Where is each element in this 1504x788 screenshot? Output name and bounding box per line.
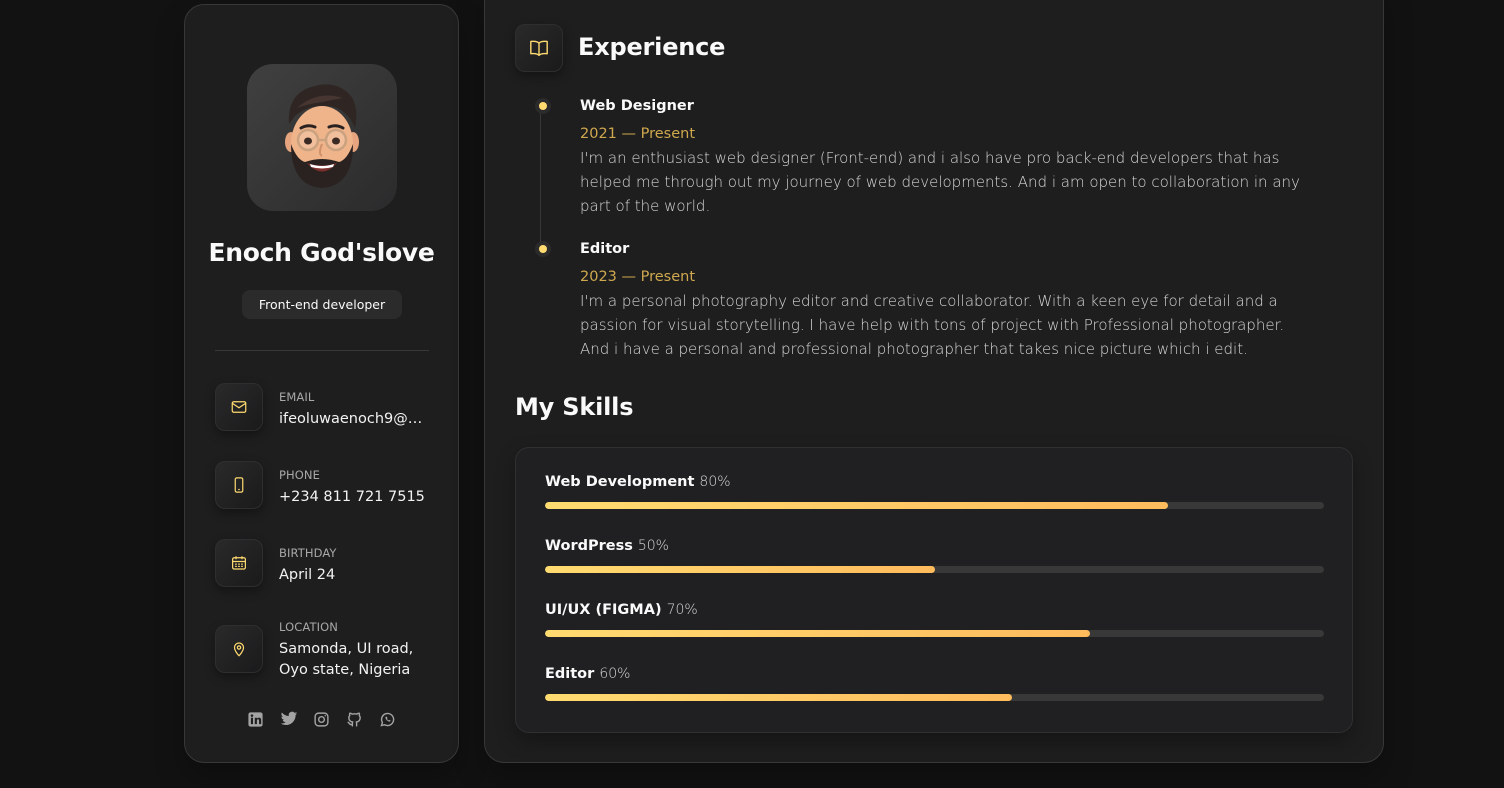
timeline-dot xyxy=(535,98,551,114)
contact-phone: Phone +234 811 721 7515 xyxy=(215,461,430,521)
skill-name: Web Development xyxy=(545,474,695,490)
skill-percent: 60% xyxy=(599,666,631,682)
timeline-item: Web Designer 2021 — Present I'm an enthu… xyxy=(535,96,1300,218)
avatar-memoji-image xyxy=(285,84,359,188)
skill-progress-track xyxy=(545,694,1324,701)
timeline-dot xyxy=(535,241,551,257)
main-content: Experience Web Designer 2021 — Present I… xyxy=(484,0,1384,763)
skill-item: Web Development 80% xyxy=(545,474,1324,509)
contact-email: Email ifeoluwaenoch9@gmail.com xyxy=(215,383,430,443)
profile-name: Enoch God'slove xyxy=(208,238,435,267)
timeline-item-description: I'm a personal photography editor and cr… xyxy=(580,292,1285,358)
phone-icon xyxy=(215,461,263,509)
skill-progress-track xyxy=(545,502,1324,509)
contact-phone-label: Phone xyxy=(279,468,321,482)
skill-name: UI/UX (FIGMA) xyxy=(545,602,662,618)
skill-progress-fill xyxy=(545,502,1169,509)
location-icon xyxy=(215,625,263,673)
skills-title: My Skills xyxy=(515,393,634,421)
skill-name: Editor xyxy=(545,666,595,682)
birthday-value: April 24 xyxy=(279,567,336,583)
skill-progress-fill xyxy=(545,566,935,573)
twitter-icon[interactable] xyxy=(280,710,298,728)
book-icon xyxy=(515,24,563,72)
timeline-item-date: 2021 — Present xyxy=(580,126,696,142)
github-icon[interactable] xyxy=(346,710,364,728)
skill-percent: 50% xyxy=(637,538,669,554)
profile-title-badge: Front-end developer xyxy=(242,290,402,319)
linkedin-icon[interactable] xyxy=(247,710,265,728)
contact-location-label: Location xyxy=(279,620,338,634)
mail-icon xyxy=(215,383,263,431)
calendar-icon xyxy=(215,539,263,587)
avatar xyxy=(247,64,397,211)
skill-item: Editor 60% xyxy=(545,666,1324,701)
social-links xyxy=(185,710,458,728)
skills-list: Web Development 80% WordPress 50% UI/UX … xyxy=(515,447,1353,733)
contact-location: Location Samonda, UI road, Oyo state, Ni… xyxy=(215,613,430,693)
skill-percent: 70% xyxy=(666,602,698,618)
skill-percent: 80% xyxy=(699,474,731,490)
skill-progress-track xyxy=(545,630,1324,637)
timeline-item-title: Editor xyxy=(580,241,630,257)
skill-item: UI/UX (FIGMA) 70% xyxy=(545,602,1324,637)
location-value: Samonda, UI road, Oyo state, Nigeria xyxy=(279,641,414,678)
timeline-item-date: 2023 — Present xyxy=(580,269,696,285)
skill-progress-track xyxy=(545,566,1324,573)
experience-title: Experience xyxy=(578,33,726,61)
skill-item: WordPress 50% xyxy=(545,538,1324,573)
phone-link[interactable]: +234 811 721 7515 xyxy=(279,487,429,508)
separator xyxy=(215,350,429,351)
skill-name: WordPress xyxy=(545,538,633,554)
contact-birthday: Birthday April 24 xyxy=(215,539,430,599)
instagram-icon[interactable] xyxy=(313,710,331,728)
contact-birthday-label: Birthday xyxy=(279,546,337,560)
skill-progress-fill xyxy=(545,630,1091,637)
contact-email-label: Email xyxy=(279,390,315,404)
sidebar: Enoch God'slove Front-end developer Emai… xyxy=(184,4,459,763)
email-link[interactable]: ifeoluwaenoch9@gmail.com xyxy=(279,409,429,430)
timeline-item-title: Web Designer xyxy=(580,98,694,114)
whatsapp-icon[interactable] xyxy=(379,710,397,728)
timeline-item-description: I'm an enthusiast web designer (Front-en… xyxy=(580,149,1300,215)
skill-progress-fill xyxy=(545,694,1013,701)
timeline-line xyxy=(540,106,541,249)
timeline-item: Editor 2023 — Present I'm a personal pho… xyxy=(535,239,1300,361)
